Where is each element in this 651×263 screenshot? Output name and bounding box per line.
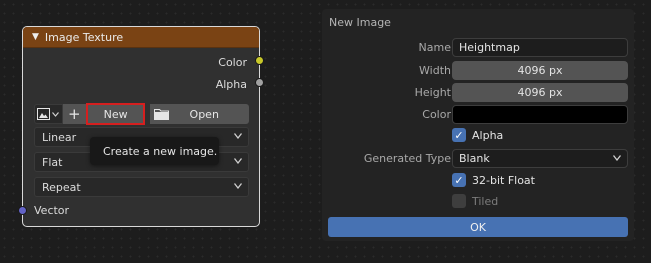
height-value: 4096 px xyxy=(517,86,563,99)
color-label: Color xyxy=(422,108,451,121)
extension-value: Repeat xyxy=(42,180,81,194)
vector-input-label: Vector xyxy=(34,204,70,217)
generated-type-label: Generated Type xyxy=(363,152,451,165)
node-header[interactable]: ▼ Image Texture xyxy=(23,27,259,48)
browse-image-button[interactable] xyxy=(34,104,63,124)
height-label: Height xyxy=(414,86,451,99)
chevron-down-icon xyxy=(233,132,243,141)
float-checkbox[interactable]: ✓ 32-bit Float xyxy=(452,173,535,187)
alpha-output-socket[interactable] xyxy=(255,78,264,87)
vector-input-socket[interactable] xyxy=(18,206,27,215)
height-field[interactable]: 4096 px xyxy=(452,83,628,102)
chevron-down-icon xyxy=(233,182,243,191)
output-color-row: Color xyxy=(218,55,247,69)
image-icon xyxy=(37,108,51,120)
projection-value: Flat xyxy=(42,155,63,169)
open-image-button[interactable]: Open xyxy=(150,104,249,124)
color-output-socket[interactable] xyxy=(255,56,264,65)
interpolation-value: Linear xyxy=(42,130,77,144)
checkmark-icon: ✓ xyxy=(452,128,466,142)
image-selector-row: + New Open xyxy=(34,103,249,125)
name-value: Heightmap xyxy=(459,41,520,54)
name-field[interactable]: Heightmap xyxy=(452,38,628,57)
ok-button[interactable]: OK xyxy=(328,217,628,237)
width-label: Width xyxy=(419,64,451,77)
alpha-label: Alpha xyxy=(472,128,504,142)
generated-type-select[interactable]: Blank xyxy=(452,149,628,168)
tiled-checkbox[interactable]: Tiled xyxy=(452,194,498,208)
new-button-label: New xyxy=(103,107,128,121)
add-image-button[interactable]: + xyxy=(62,104,87,124)
new-image-tooltip: Create a new image. xyxy=(90,137,219,165)
checkbox-icon xyxy=(452,194,466,208)
image-texture-node[interactable]: ▼ Image Texture Color Alpha + New Open L… xyxy=(18,26,264,227)
tiled-label: Tiled xyxy=(472,194,499,208)
extension-select[interactable]: Repeat xyxy=(34,177,249,197)
plus-icon: + xyxy=(68,105,81,123)
new-image-dialog: New Image Name Heightmap Width 4096 px H… xyxy=(322,9,634,241)
chevron-down-icon xyxy=(612,154,622,163)
dialog-title: New Image xyxy=(329,16,391,29)
generated-type-value: Blank xyxy=(459,152,490,165)
float-label: 32-bit Float xyxy=(472,173,535,187)
open-button-label: Open xyxy=(189,107,219,121)
chevron-down-icon xyxy=(233,157,243,166)
checkmark-icon: ✓ xyxy=(452,173,466,187)
width-field[interactable]: 4096 px xyxy=(452,61,628,80)
width-value: 4096 px xyxy=(517,64,563,77)
alpha-checkbox[interactable]: ✓ Alpha xyxy=(452,128,503,142)
chevron-down-icon[interactable]: ▼ xyxy=(32,32,39,42)
tooltip-text: Create a new image. xyxy=(103,144,218,158)
color-swatch[interactable] xyxy=(452,105,628,124)
output-color-label: Color xyxy=(218,55,247,69)
name-label: Name xyxy=(418,41,451,54)
output-alpha-label: Alpha xyxy=(215,77,247,91)
chevron-down-icon xyxy=(52,111,60,117)
node-title: Image Texture xyxy=(44,30,124,44)
output-alpha-row: Alpha xyxy=(216,77,247,91)
ok-label: OK xyxy=(470,220,486,234)
folder-icon xyxy=(154,109,170,120)
new-image-button[interactable]: New xyxy=(85,103,146,125)
